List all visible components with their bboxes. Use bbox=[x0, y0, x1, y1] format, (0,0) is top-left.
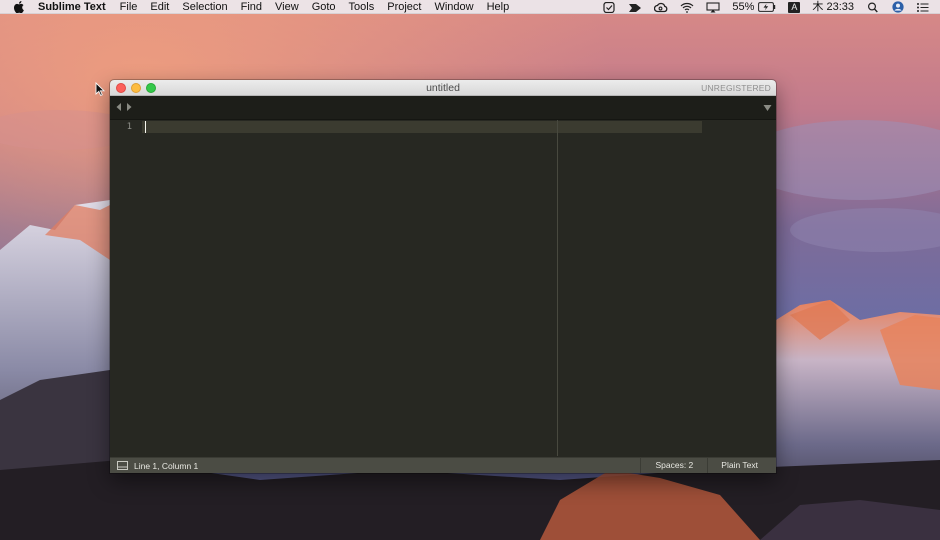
nav-right-icon[interactable] bbox=[126, 102, 133, 112]
menu-selection[interactable]: Selection bbox=[182, 0, 227, 14]
user-icon[interactable] bbox=[892, 1, 904, 13]
tab-dropdown-icon[interactable] bbox=[763, 104, 772, 112]
menu-app-name[interactable]: Sublime Text bbox=[38, 0, 106, 14]
status-bar: Line 1, Column 1 Spaces: 2 Plain Text bbox=[110, 457, 776, 473]
editor-area[interactable]: 1 bbox=[110, 120, 776, 456]
airplay-icon[interactable] bbox=[706, 1, 720, 13]
status-menus: 55% A 木 23:33 bbox=[602, 0, 940, 14]
column-ruler bbox=[557, 120, 558, 456]
license-status: UNREGISTERED bbox=[701, 83, 771, 93]
list-icon[interactable] bbox=[916, 2, 930, 13]
checkbox-icon[interactable] bbox=[602, 1, 616, 13]
battery-percent[interactable]: 55% bbox=[732, 0, 754, 14]
menu-help[interactable]: Help bbox=[487, 0, 510, 14]
input-source-label: A bbox=[788, 1, 801, 13]
search-icon[interactable] bbox=[866, 1, 880, 13]
menu-bar: Sublime Text File Edit Selection Find Vi… bbox=[0, 0, 940, 14]
menu-edit[interactable]: Edit bbox=[150, 0, 169, 14]
text-caret bbox=[145, 121, 146, 133]
panel-toggle-icon[interactable] bbox=[117, 461, 128, 470]
current-line-highlight bbox=[142, 121, 702, 133]
menu-find[interactable]: Find bbox=[241, 0, 262, 14]
input-source-icon[interactable]: A bbox=[788, 1, 801, 13]
menu-tools[interactable]: Tools bbox=[349, 0, 375, 14]
line-gutter: 1 bbox=[110, 120, 142, 456]
menu-project[interactable]: Project bbox=[387, 0, 421, 14]
creative-cloud-icon[interactable] bbox=[654, 2, 668, 13]
wifi-icon[interactable] bbox=[680, 2, 694, 13]
indentation-selector[interactable]: Spaces: 2 bbox=[640, 458, 707, 473]
bird-icon[interactable] bbox=[628, 2, 642, 13]
mouse-pointer-icon bbox=[95, 82, 105, 96]
sublime-window: untitled UNREGISTERED 1 Line 1, Column 1… bbox=[110, 80, 776, 473]
menu-window[interactable]: Window bbox=[434, 0, 473, 14]
title-bar[interactable]: untitled UNREGISTERED bbox=[110, 80, 776, 96]
nav-left-icon[interactable] bbox=[115, 102, 122, 112]
cursor-position: Line 1, Column 1 bbox=[134, 460, 199, 471]
battery-icon[interactable] bbox=[758, 2, 776, 12]
menu-file[interactable]: File bbox=[120, 0, 138, 14]
menu-view[interactable]: View bbox=[275, 0, 299, 14]
syntax-selector[interactable]: Plain Text bbox=[707, 458, 776, 473]
menu-goto[interactable]: Goto bbox=[312, 0, 336, 14]
clock[interactable]: 木 23:33 bbox=[812, 0, 854, 14]
line-number: 1 bbox=[126, 122, 132, 132]
window-title: untitled bbox=[426, 82, 460, 94]
tab-bar bbox=[110, 96, 776, 120]
apple-icon[interactable] bbox=[14, 0, 25, 13]
